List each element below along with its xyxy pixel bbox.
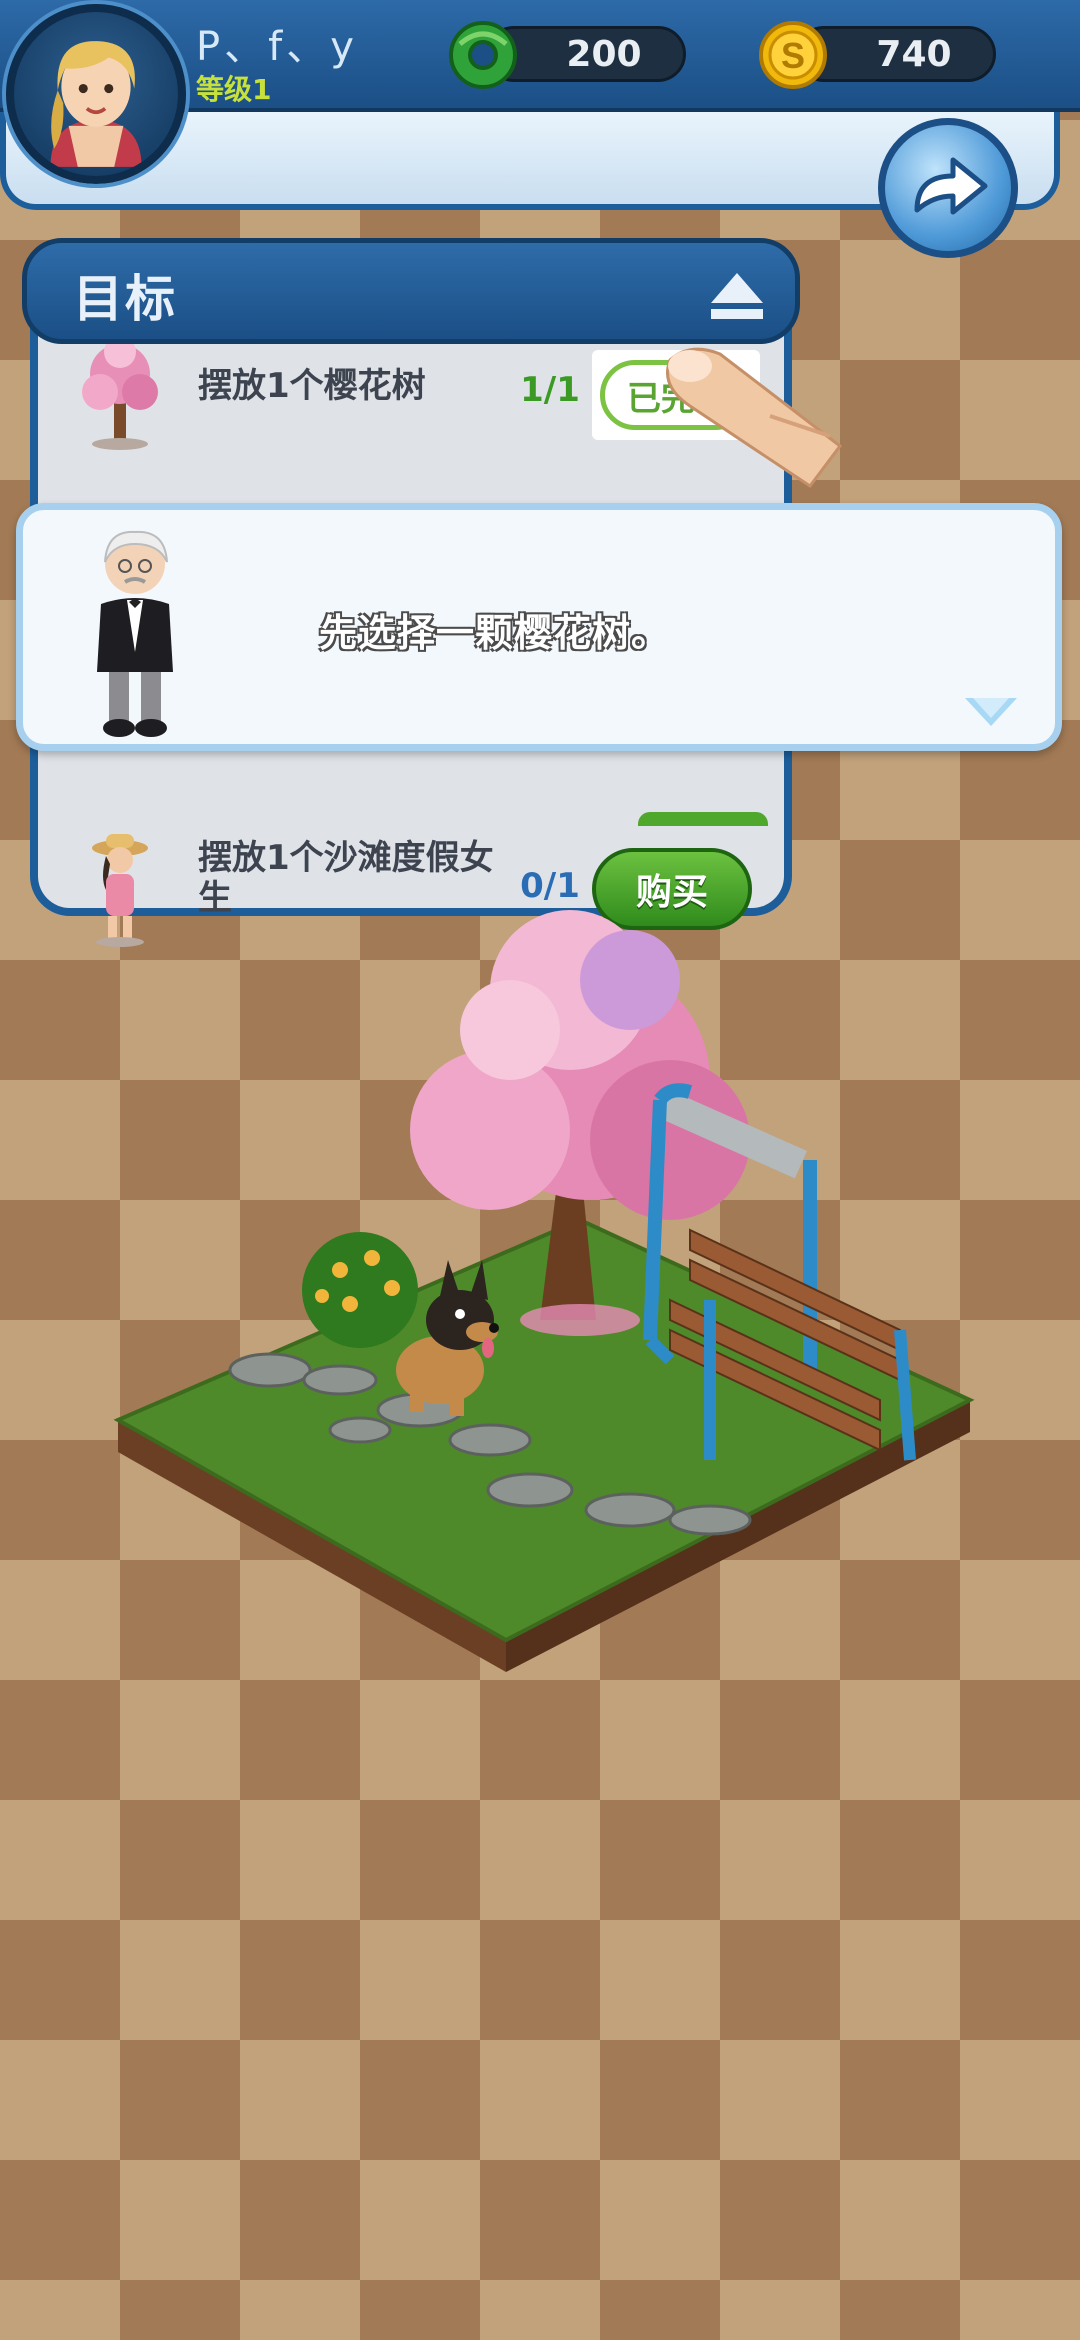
collapse-icon[interactable]	[707, 269, 767, 323]
gold-coin-icon: S	[759, 21, 827, 89]
goals-title: 目标	[73, 270, 177, 328]
butler-character-icon	[97, 530, 173, 737]
goal-item: 摆放1个樱花树 1/1 已完	[52, 332, 760, 452]
garden-plot[interactable]	[110, 900, 980, 1680]
top-bar: P、f、y 等级1 200 740 S	[0, 0, 1080, 258]
goal-label: 摆放1个樱花树	[198, 366, 426, 406]
player-level: 等级1	[196, 73, 272, 106]
flower-bush-icon	[302, 1232, 418, 1348]
dialog-message: 先选择一颗樱花树。	[319, 611, 671, 655]
return-arrow-icon	[914, 157, 988, 215]
player-avatar-icon	[50, 41, 142, 167]
player-avatar[interactable]	[6, 4, 186, 184]
pointer-hand-icon	[666, 347, 843, 489]
goals-header: 目标	[22, 238, 800, 344]
return-button[interactable]	[878, 118, 1018, 258]
svg-text:S: S	[781, 35, 805, 76]
goal-progress: 1/1	[520, 370, 580, 410]
jade-ring-icon	[449, 21, 517, 89]
tutorial-dialog[interactable]: 先选择一颗樱花树。	[16, 503, 1062, 751]
cherry-tree-icon	[82, 336, 158, 450]
player-name: P、f、y	[196, 24, 358, 70]
hidden-goal-button	[638, 812, 768, 826]
continue-arrow-icon[interactable]	[963, 696, 1019, 728]
